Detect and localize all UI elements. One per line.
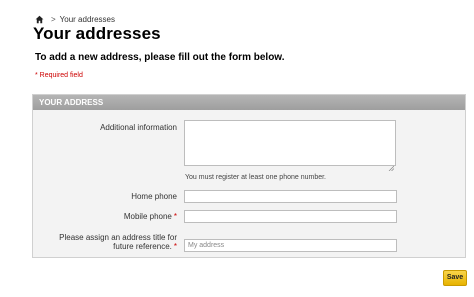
address-panel: YOUR ADDRESS Additional information You … [32, 94, 466, 258]
mobile-phone-label: Mobile phone * [124, 212, 177, 221]
home-icon[interactable] [35, 15, 44, 24]
panel-header: YOUR ADDRESS [33, 95, 465, 110]
mobile-phone-label-text: Mobile phone [123, 212, 172, 221]
save-button[interactable]: Save [443, 270, 467, 286]
address-alias-label-line1: Please assign an address title for [59, 233, 177, 242]
required-star: * [173, 242, 177, 251]
resize-grip-icon[interactable] [388, 158, 395, 172]
breadcrumb-current: Your addresses [59, 14, 115, 24]
additional-info-textarea[interactable] [184, 120, 396, 172]
home-phone-input[interactable] [184, 190, 397, 203]
page-title: Your addresses [33, 24, 161, 43]
address-alias-label: Please assign an address title for futur… [59, 233, 177, 251]
required-field-note: * Required field [35, 72, 83, 79]
phone-hint: You must register at least one phone num… [185, 174, 326, 181]
home-phone-label: Home phone [131, 192, 177, 201]
required-star: * [173, 212, 177, 221]
address-alias-placeholder: My address [188, 242, 225, 249]
address-alias-label-line2: future reference. [113, 242, 172, 251]
mobile-phone-input[interactable] [184, 210, 397, 223]
address-alias-input[interactable]: My address [184, 239, 397, 252]
page: > Your addresses Your addresses To add a… [0, 0, 474, 297]
breadcrumb-separator: > [51, 14, 56, 24]
additional-info-label: Additional information [100, 123, 177, 132]
form-intro: To add a new address, please fill out th… [35, 52, 285, 63]
address-alias-label-line2-wrap: future reference. * [59, 242, 177, 251]
